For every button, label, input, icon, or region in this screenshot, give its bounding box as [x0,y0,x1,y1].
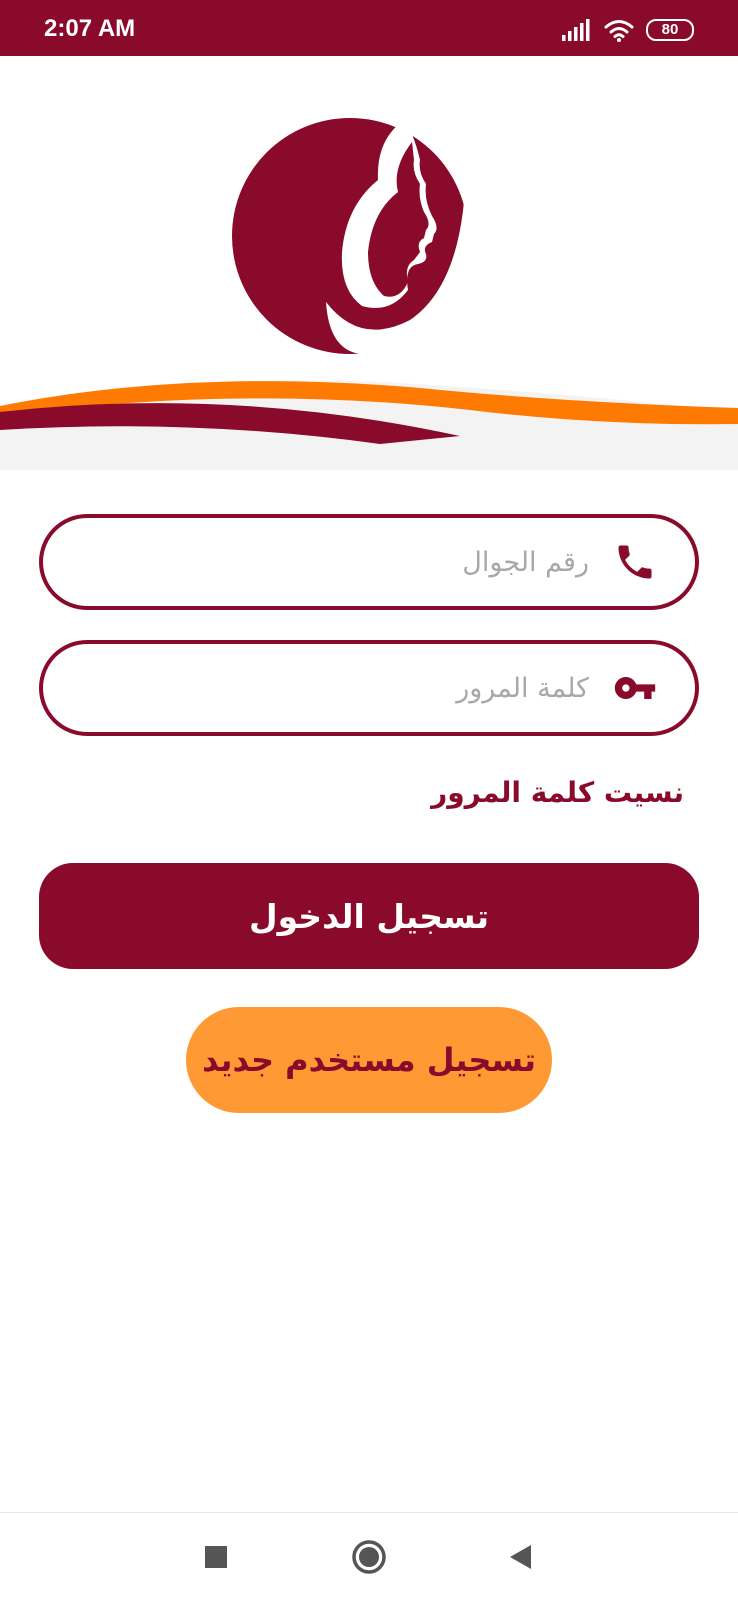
navigation-bar [0,1512,738,1601]
status-bar: 2:07 AM 80 [0,0,738,56]
phone-field[interactable] [39,514,699,610]
recent-apps-button[interactable] [192,1533,240,1581]
password-input[interactable] [89,644,589,732]
recent-apps-icon [205,1546,227,1568]
register-button[interactable]: تسجيل مستخدم جديد [186,1007,552,1113]
battery-icon: 80 [646,19,694,41]
back-icon [510,1545,531,1569]
woman-silhouette-logo [232,118,476,355]
signal-icon [562,19,590,41]
phone-input[interactable] [89,518,589,606]
back-button[interactable] [497,1533,545,1581]
home-button[interactable] [345,1533,393,1581]
forgot-password-link[interactable]: نسيت كلمة المرور [431,776,684,810]
password-field[interactable] [39,640,699,736]
header-banner [0,56,738,470]
status-time: 2:07 AM [44,15,136,42]
phone-icon [618,545,652,579]
wifi-icon [604,20,634,42]
home-icon [352,1540,386,1574]
key-icon [614,677,656,699]
login-button[interactable]: تسجيل الدخول [39,863,699,969]
status-icons: 80 [562,18,694,42]
